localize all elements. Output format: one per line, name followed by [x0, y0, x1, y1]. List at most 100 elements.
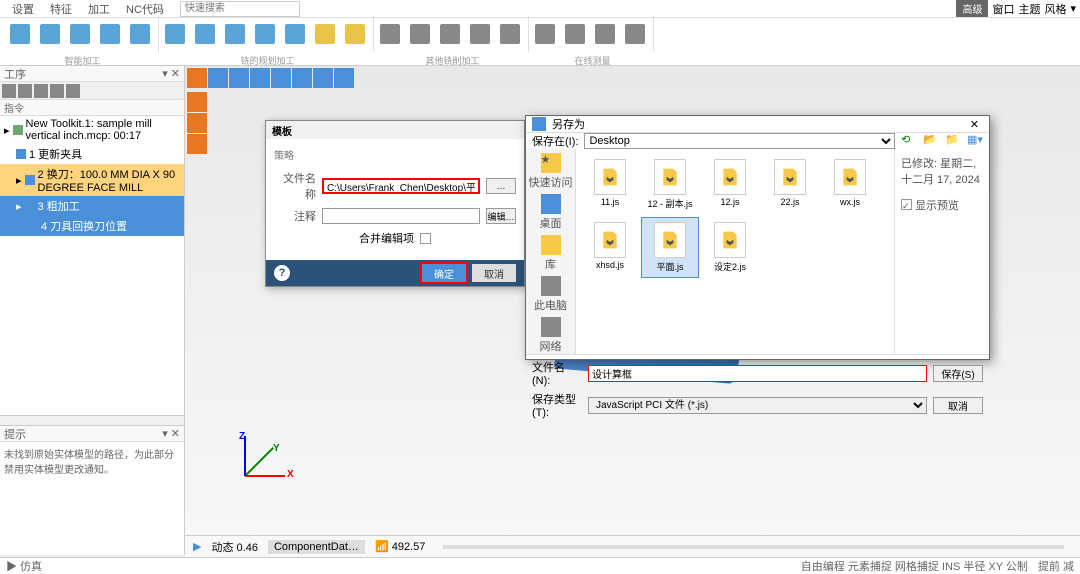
rib-btn-10[interactable] [311, 16, 339, 52]
rib-btn-11[interactable] [341, 16, 369, 52]
tb-ico-3[interactable] [34, 84, 48, 98]
rib-btn-15[interactable] [466, 16, 494, 52]
tb-ico-5[interactable] [66, 84, 80, 98]
file-item[interactable]: 22.js [762, 155, 818, 214]
save-button[interactable]: 保存(S) [933, 365, 983, 382]
place-lib[interactable]: 库 [541, 235, 561, 272]
menu-feature[interactable]: 特征 [42, 1, 80, 17]
rib-btn-12[interactable] [376, 16, 404, 52]
badge-advanced[interactable]: 高级 [956, 0, 988, 17]
rib-btn-20[interactable] [621, 16, 649, 52]
file-item[interactable]: 设定2.js [702, 218, 758, 277]
status-far: 提前 减 [1038, 558, 1074, 574]
btn-theme[interactable]: 主题 [1018, 1, 1040, 17]
tb-ico-2[interactable] [18, 84, 32, 98]
rib-btn-18[interactable] [561, 16, 589, 52]
rib-btn-9[interactable] [281, 16, 309, 52]
vp-btn-4[interactable] [250, 68, 270, 88]
rib-btn-13[interactable] [406, 16, 434, 52]
file-item[interactable]: 12.js [702, 155, 758, 214]
file-item[interactable]: 12 - 副本.js [642, 155, 698, 214]
quick-search-input[interactable] [180, 1, 300, 17]
rib-btn-19[interactable] [591, 16, 619, 52]
vps-btn-1[interactable] [187, 92, 207, 112]
rib-btn-0[interactable] [6, 16, 34, 52]
file-name: 22.js [780, 197, 799, 207]
file-item[interactable]: 平面.js [642, 218, 698, 277]
filetype-select[interactable]: JavaScript PCI 文件 (*.js) [588, 397, 927, 414]
filename-input[interactable] [588, 365, 927, 382]
fname-label: 文件名(N): [532, 359, 582, 387]
vp-btn-8[interactable] [334, 68, 354, 88]
place-net[interactable]: 网络 [540, 317, 562, 354]
tb-ico-4[interactable] [50, 84, 64, 98]
close-icon[interactable]: ✕ [966, 118, 983, 131]
component-tab[interactable]: ComponentDat… [268, 540, 365, 554]
rib-btn-2[interactable] [66, 16, 94, 52]
tree-item-fixture[interactable]: 1 更新夹具 [0, 144, 184, 164]
viewport-toolbar [187, 68, 354, 88]
play-icon[interactable]: ▶ [193, 540, 201, 553]
rib-btn-7[interactable] [221, 16, 249, 52]
file-item[interactable]: xhsd.js [582, 218, 638, 277]
note-input[interactable] [322, 208, 480, 224]
tree-item-retract[interactable]: 4 刀具回换刀位置 [0, 216, 184, 236]
file-item[interactable]: 11.js [582, 155, 638, 214]
preview-pane: 已修改: 星期二, 十二月 17, 2024 显示预览 [894, 149, 989, 354]
merge-checkbox[interactable] [420, 233, 431, 244]
rib-btn-4[interactable] [126, 16, 154, 52]
dynamic-label: 动态 0.46 [211, 539, 257, 555]
ribbon-group-smart [6, 16, 159, 52]
vp-btn-7[interactable] [313, 68, 333, 88]
timeline-slider[interactable] [443, 545, 1064, 549]
show-preview-checkbox[interactable] [901, 199, 912, 210]
ok-button[interactable]: 确定 [422, 264, 466, 282]
rib-btn-3[interactable] [96, 16, 124, 52]
save-icon [532, 117, 546, 131]
tb-ico-1[interactable] [2, 84, 16, 98]
edit-button[interactable]: 编辑… [486, 208, 516, 224]
view-icon[interactable]: ▦▾ [967, 133, 983, 149]
tree-item-toolkit[interactable]: ▸New Toolkit.1: sample mill vertical inc… [0, 116, 184, 144]
vp-btn-3[interactable] [229, 68, 249, 88]
vp-btn-6[interactable] [292, 68, 312, 88]
ribbon: 智能加工 铣的规划加工 其他铣削加工 在线测量 [0, 18, 1080, 66]
btn-window[interactable]: 窗口 [992, 1, 1014, 17]
vps-btn-3[interactable] [187, 134, 207, 154]
rib-btn-6[interactable] [191, 16, 219, 52]
vp-btn-5[interactable] [271, 68, 291, 88]
tree-item-rough[interactable]: ▸3 粗加工 [0, 196, 184, 216]
vps-btn-2[interactable] [187, 113, 207, 133]
file-item[interactable]: wx.js [822, 155, 878, 214]
menu-settings[interactable]: 设置 [4, 1, 42, 17]
rib-btn-5[interactable] [161, 16, 189, 52]
vp-btn-2[interactable] [208, 68, 228, 88]
menu-machining[interactable]: 加工 [80, 1, 118, 17]
sim-button[interactable]: ▶ 仿真 [6, 558, 42, 574]
rib-btn-16[interactable] [496, 16, 524, 52]
rib-btn-8[interactable] [251, 16, 279, 52]
up-icon[interactable]: 📂 [923, 133, 939, 149]
new-folder-icon[interactable]: 📁 [945, 133, 961, 149]
cancel-button[interactable]: 取消 [472, 264, 516, 282]
file-list[interactable]: 11.js12 - 副本.js12.js 22.js wx.js xhsd.js 平面.… [576, 149, 894, 354]
status-modes: 自由编程 元素捕捉 网格捕捉 INS 半径 XY 公制 [801, 558, 1028, 574]
template-file-input[interactable] [322, 178, 480, 194]
place-desktop[interactable]: 桌面 [540, 194, 562, 231]
vp-btn-1[interactable] [187, 68, 207, 88]
save-cancel-button[interactable]: 取消 [933, 397, 983, 414]
place-pc[interactable]: 此电脑 [534, 276, 567, 313]
browse-button[interactable]: … [486, 178, 516, 194]
rib-btn-1[interactable] [36, 16, 64, 52]
help-icon[interactable]: ? [274, 265, 290, 281]
place-quick[interactable]: ★快速访问 [529, 153, 573, 190]
rib-btn-14[interactable] [436, 16, 464, 52]
location-select[interactable]: Desktop [584, 133, 895, 149]
file-name: xhsd.js [596, 260, 624, 270]
btn-style[interactable]: 风格 [1044, 1, 1066, 17]
menu-nc[interactable]: NC代码 [118, 1, 172, 17]
rib-btn-17[interactable] [531, 16, 559, 52]
back-icon[interactable]: ⟲ [901, 133, 917, 149]
tree-item-toolchange[interactable]: ▸2 换刀：100.0 MM DIA X 90 DEGREE FACE MILL [0, 164, 184, 196]
operation-tree[interactable]: ▸New Toolkit.1: sample mill vertical inc… [0, 116, 184, 415]
